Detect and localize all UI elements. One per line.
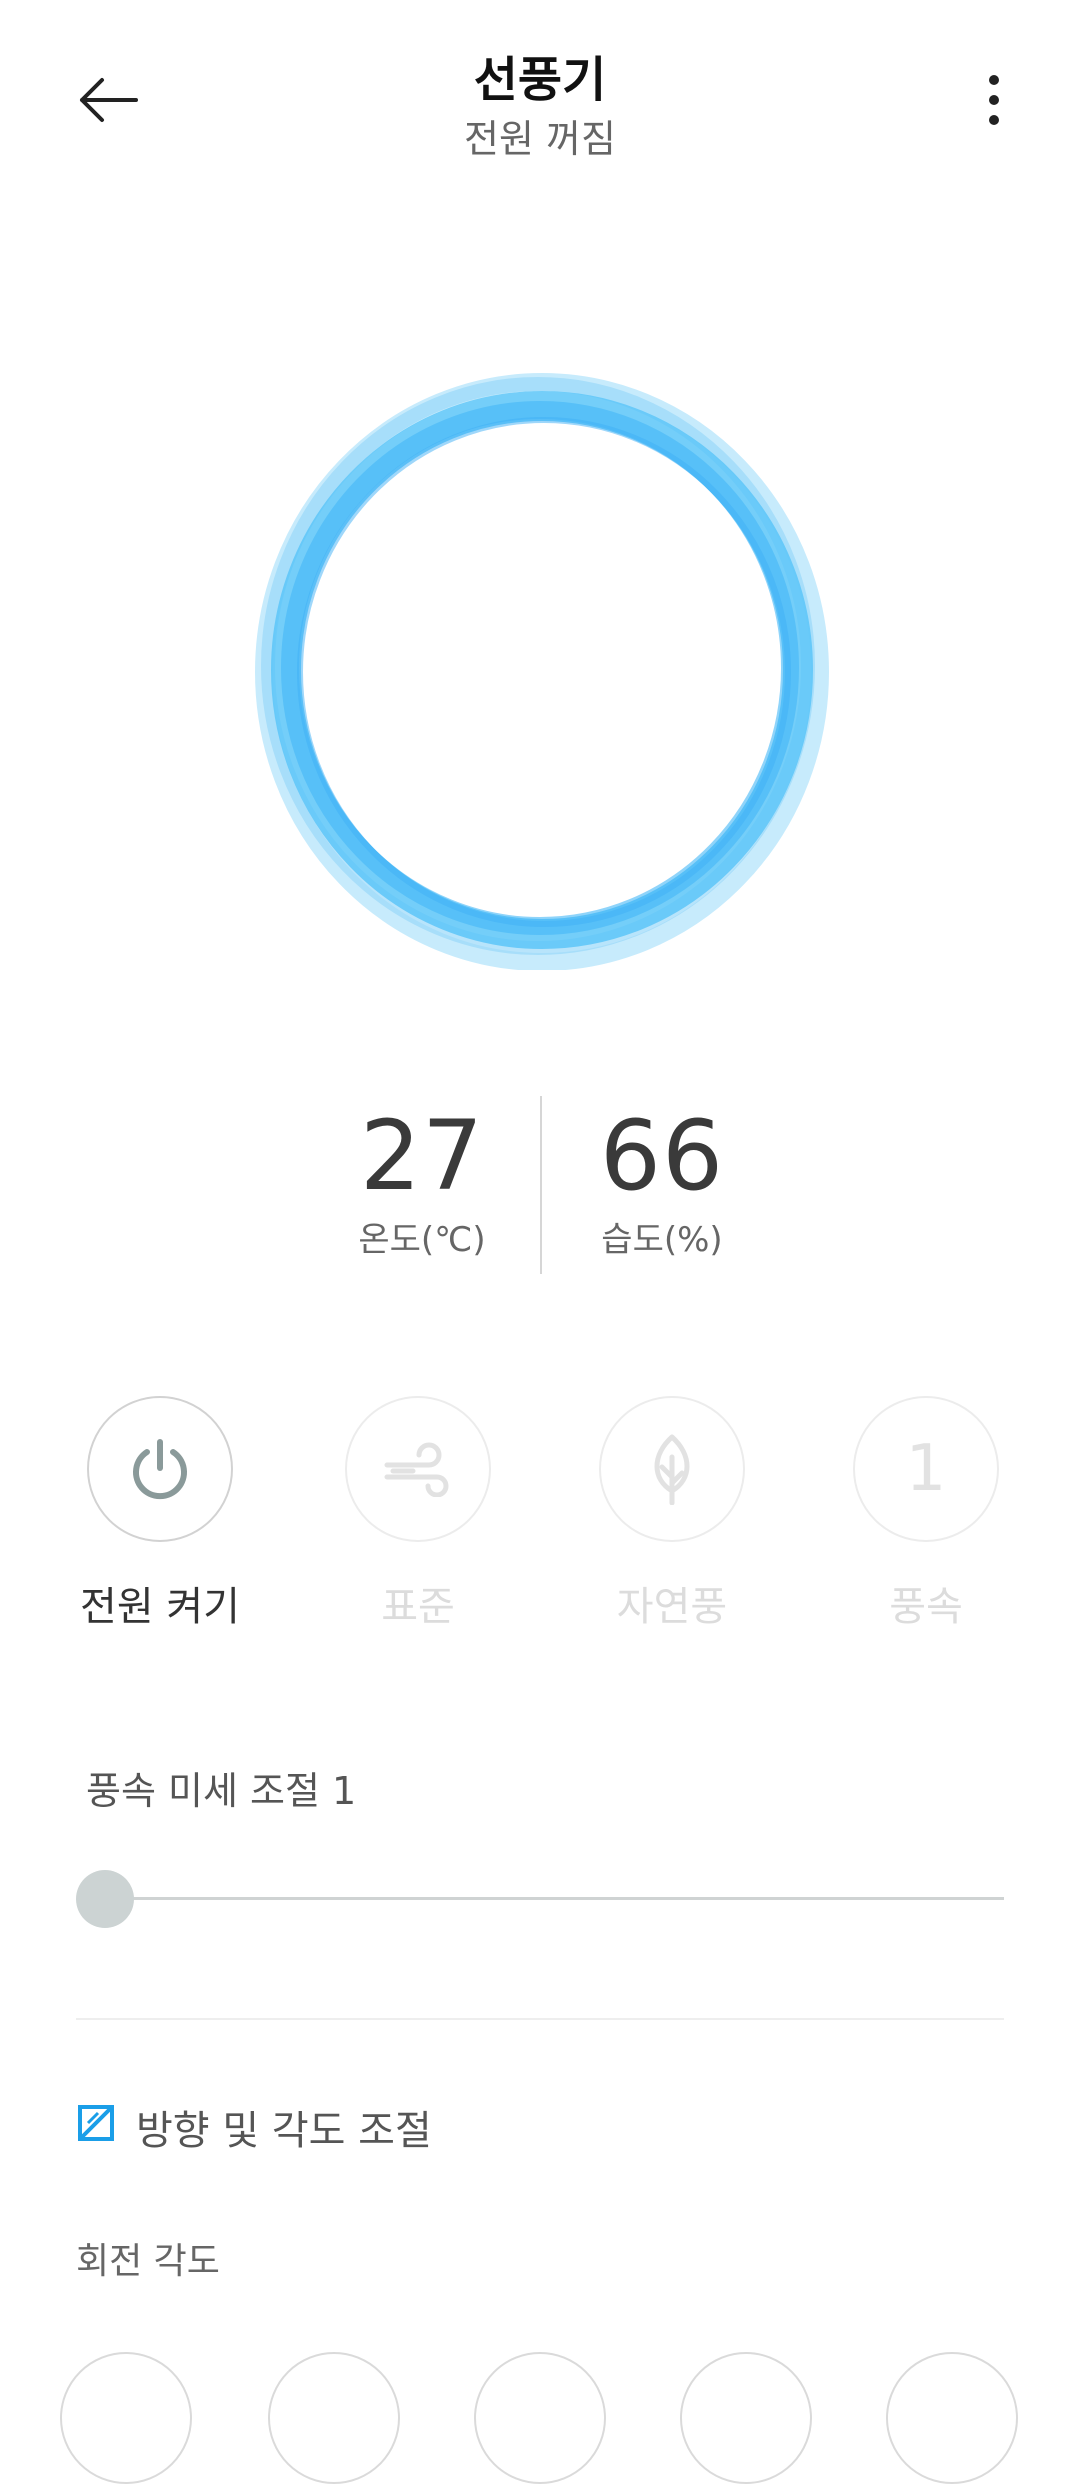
- speed-slider-track[interactable]: [104, 1897, 1004, 1900]
- angle-option[interactable]: [60, 2352, 192, 2484]
- angle-option[interactable]: [886, 2352, 1018, 2484]
- humidity-label: 습도(%): [601, 1220, 723, 1260]
- angle-option[interactable]: [680, 2352, 812, 2484]
- temperature-value: 27: [359, 1100, 485, 1212]
- mode-wind-speed-label: 풍속: [889, 1584, 963, 1630]
- power-icon: [133, 1439, 187, 1500]
- mode-natural-wind-label: 자연풍: [616, 1584, 728, 1630]
- direction-angle-label: 방향 및 각도 조절: [136, 2108, 432, 2154]
- temperature-reading: 27 온도(℃): [322, 1100, 522, 1261]
- mode-power-button[interactable]: 전원 켜기: [40, 1396, 280, 1632]
- readings-divider: [540, 1096, 542, 1274]
- power-status: 전원 꺼짐: [464, 117, 616, 161]
- humidity-value: 66: [599, 1100, 725, 1212]
- leaf-icon: [654, 1434, 690, 1505]
- mode-natural-wind-button[interactable]: 자연풍: [552, 1396, 792, 1632]
- power-circle: [87, 1396, 233, 1542]
- section-divider: [76, 2018, 1004, 2020]
- wind-icon: [384, 1442, 449, 1497]
- natural-wind-circle: [599, 1396, 745, 1542]
- humidity-reading: 66 습도(%): [562, 1100, 762, 1261]
- page-title: 선풍기: [473, 52, 607, 108]
- temperature-label: 온도(℃): [358, 1220, 486, 1260]
- mode-wind-speed-button[interactable]: 1 풍속: [806, 1396, 1046, 1632]
- fan-status-ring: [250, 370, 830, 971]
- speed-slider-thumb[interactable]: [76, 1870, 134, 1928]
- wind-speed-circle: 1: [853, 1396, 999, 1542]
- mode-power-label: 전원 켜기: [80, 1584, 240, 1630]
- wind-speed-number: 1: [905, 1432, 947, 1506]
- angle-adjust-icon: [78, 2105, 114, 2141]
- angle-option[interactable]: [268, 2352, 400, 2484]
- more-options-button[interactable]: [946, 52, 1042, 148]
- rotation-angle-label: 회전 각도: [76, 2241, 220, 2282]
- speed-fine-adjust-label: 풍속 미세 조절 1: [86, 1769, 357, 1813]
- standard-circle: [345, 1396, 491, 1542]
- mode-standard-label: 표준: [381, 1584, 455, 1630]
- more-vertical-icon: [989, 75, 999, 125]
- angle-option[interactable]: [474, 2352, 606, 2484]
- mode-standard-button[interactable]: 표준: [298, 1396, 538, 1632]
